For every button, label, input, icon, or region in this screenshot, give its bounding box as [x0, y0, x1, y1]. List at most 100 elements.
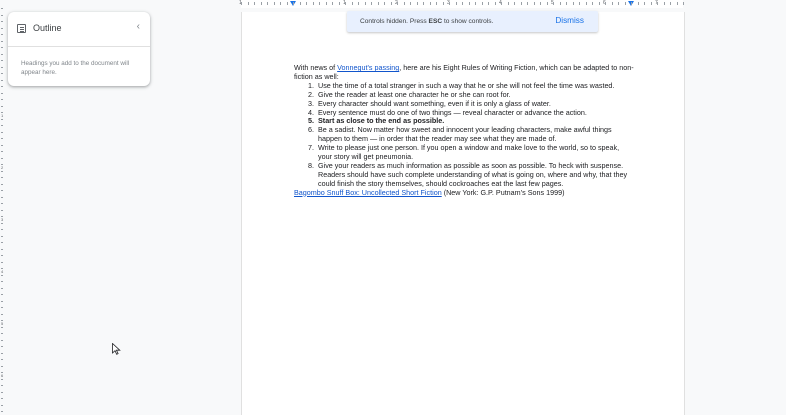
ruler-tick [1, 287, 3, 289]
ruler-tick [1, 326, 3, 328]
ruler-tick [332, 2, 333, 5]
outline-icon [17, 24, 26, 33]
ruler-tick [1, 378, 3, 380]
vonnegut-link[interactable]: Vonnegut's passing [337, 63, 399, 72]
intro-paragraph: With news of Vonnegut's passing, here ar… [294, 63, 634, 82]
ruler-tick [644, 2, 645, 5]
ruler-tick [247, 2, 249, 5]
ruler-tick [455, 2, 457, 5]
ruler-tick [273, 2, 275, 5]
ruler-tick [442, 2, 444, 5]
ruler-tick [1, 385, 3, 386]
ruler-tick [1, 411, 3, 412]
ruler-tick [1, 320, 3, 321]
ruler-tick [1, 40, 3, 42]
ruler-tick [559, 2, 561, 5]
ruler-tick [306, 2, 307, 5]
mouse-pointer-icon [112, 342, 121, 360]
ruler-tick [325, 2, 327, 5]
ruler-tick [260, 2, 262, 5]
ruler-tick [1, 14, 3, 16]
ruler-tick [598, 2, 600, 5]
ruler-tick [397, 2, 398, 5]
ruler-tick [1, 229, 3, 230]
ruler-tick [1, 164, 3, 165]
ruler-tick [1, 391, 3, 393]
ruler-tick [1, 99, 3, 100]
ruler-tick [1, 209, 3, 211]
ruler-tick [553, 2, 554, 5]
toast-message: Controls hidden. Press ESC to show contr… [360, 18, 493, 25]
ruler-tick [546, 2, 548, 5]
list-item: Be a sadist. Now matter how sweet and in… [316, 125, 634, 144]
ruler-tick [585, 2, 587, 5]
ruler-tick [390, 2, 392, 5]
ruler-tick [338, 2, 340, 5]
ruler-tick [1, 261, 3, 263]
ruler-tick [540, 2, 541, 5]
ruler-tick [1, 183, 3, 185]
ruler-tick [319, 2, 320, 5]
ruler-tick [1, 255, 3, 256]
horizontal-ruler[interactable]: 1 1 2 3 4 5 6 7 [0, 0, 786, 8]
outline-header: Outline ‹ [8, 12, 150, 47]
citation-paragraph: Bagombo Snuff Box: Uncollected Short Fic… [294, 188, 634, 198]
ruler-number: 3 [1, 217, 4, 222]
ruler-tick [429, 2, 431, 5]
ruler-tick [1, 274, 3, 276]
ruler-tick [507, 2, 509, 5]
ruler-tick [1, 248, 3, 250]
ruler-tick [1, 27, 3, 29]
ruler-tick [312, 2, 314, 5]
ruler-tick [1, 404, 3, 406]
ruler-tick [1, 372, 3, 373]
ruler-tick [1, 92, 3, 94]
ruler-tick [1, 21, 3, 22]
rules-list: Use the time of a total stranger in such… [294, 81, 634, 189]
ruler-tick [1, 118, 3, 120]
ruler-tick [657, 2, 658, 5]
ruler-tick [267, 2, 268, 5]
ruler-tick [527, 2, 528, 5]
ruler-tick [1, 105, 3, 107]
chevron-left-icon[interactable]: ‹ [137, 21, 140, 32]
ruler-number: 1 [1, 113, 4, 118]
ruler-tick [364, 2, 366, 5]
ruler-tick [611, 2, 613, 5]
ruler-tick [670, 2, 671, 5]
ruler-tick [1, 144, 3, 146]
ruler-tick [1, 307, 3, 308]
ruler-tick [1, 47, 3, 48]
ruler-tick [579, 2, 580, 5]
ruler-number: 4 [1, 269, 4, 274]
ruler-number: 2 [1, 165, 4, 170]
dismiss-button[interactable]: Dismiss [555, 16, 584, 25]
ruler-tick [293, 2, 294, 5]
citation-link[interactable]: Bagombo Snuff Box: Uncollected Short Fic… [294, 188, 442, 197]
ruler-tick [618, 2, 619, 5]
ruler-tick [1, 242, 3, 243]
ruler-tick [384, 2, 385, 5]
ruler-tick [566, 2, 567, 5]
outline-panel: Outline ‹ Headings you add to the docume… [8, 12, 150, 86]
ruler-tick [1, 138, 3, 139]
ruler-tick [1, 60, 3, 61]
ruler-tick [533, 2, 535, 5]
ruler-tick [436, 2, 437, 5]
ruler-tick [572, 2, 574, 5]
ruler-tick [462, 2, 463, 5]
ruler-tick [1, 352, 3, 354]
ruler-tick [488, 2, 489, 5]
ruler-tick [631, 2, 632, 5]
toast-message-pre: Controls hidden. Press [360, 18, 429, 25]
ruler-tick [468, 2, 470, 5]
document-page[interactable]: With news of Vonnegut's passing, here ar… [241, 12, 685, 415]
ruler-tick [650, 2, 652, 5]
ruler-tick [1, 34, 3, 35]
ruler-tick [1, 112, 3, 113]
ruler-tick [1, 196, 3, 198]
ruler-number: 5 [1, 321, 4, 326]
ruler-tick [377, 2, 379, 5]
ruler-tick [1, 268, 3, 269]
document-body[interactable]: With news of Vonnegut's passing, here ar… [294, 63, 634, 198]
